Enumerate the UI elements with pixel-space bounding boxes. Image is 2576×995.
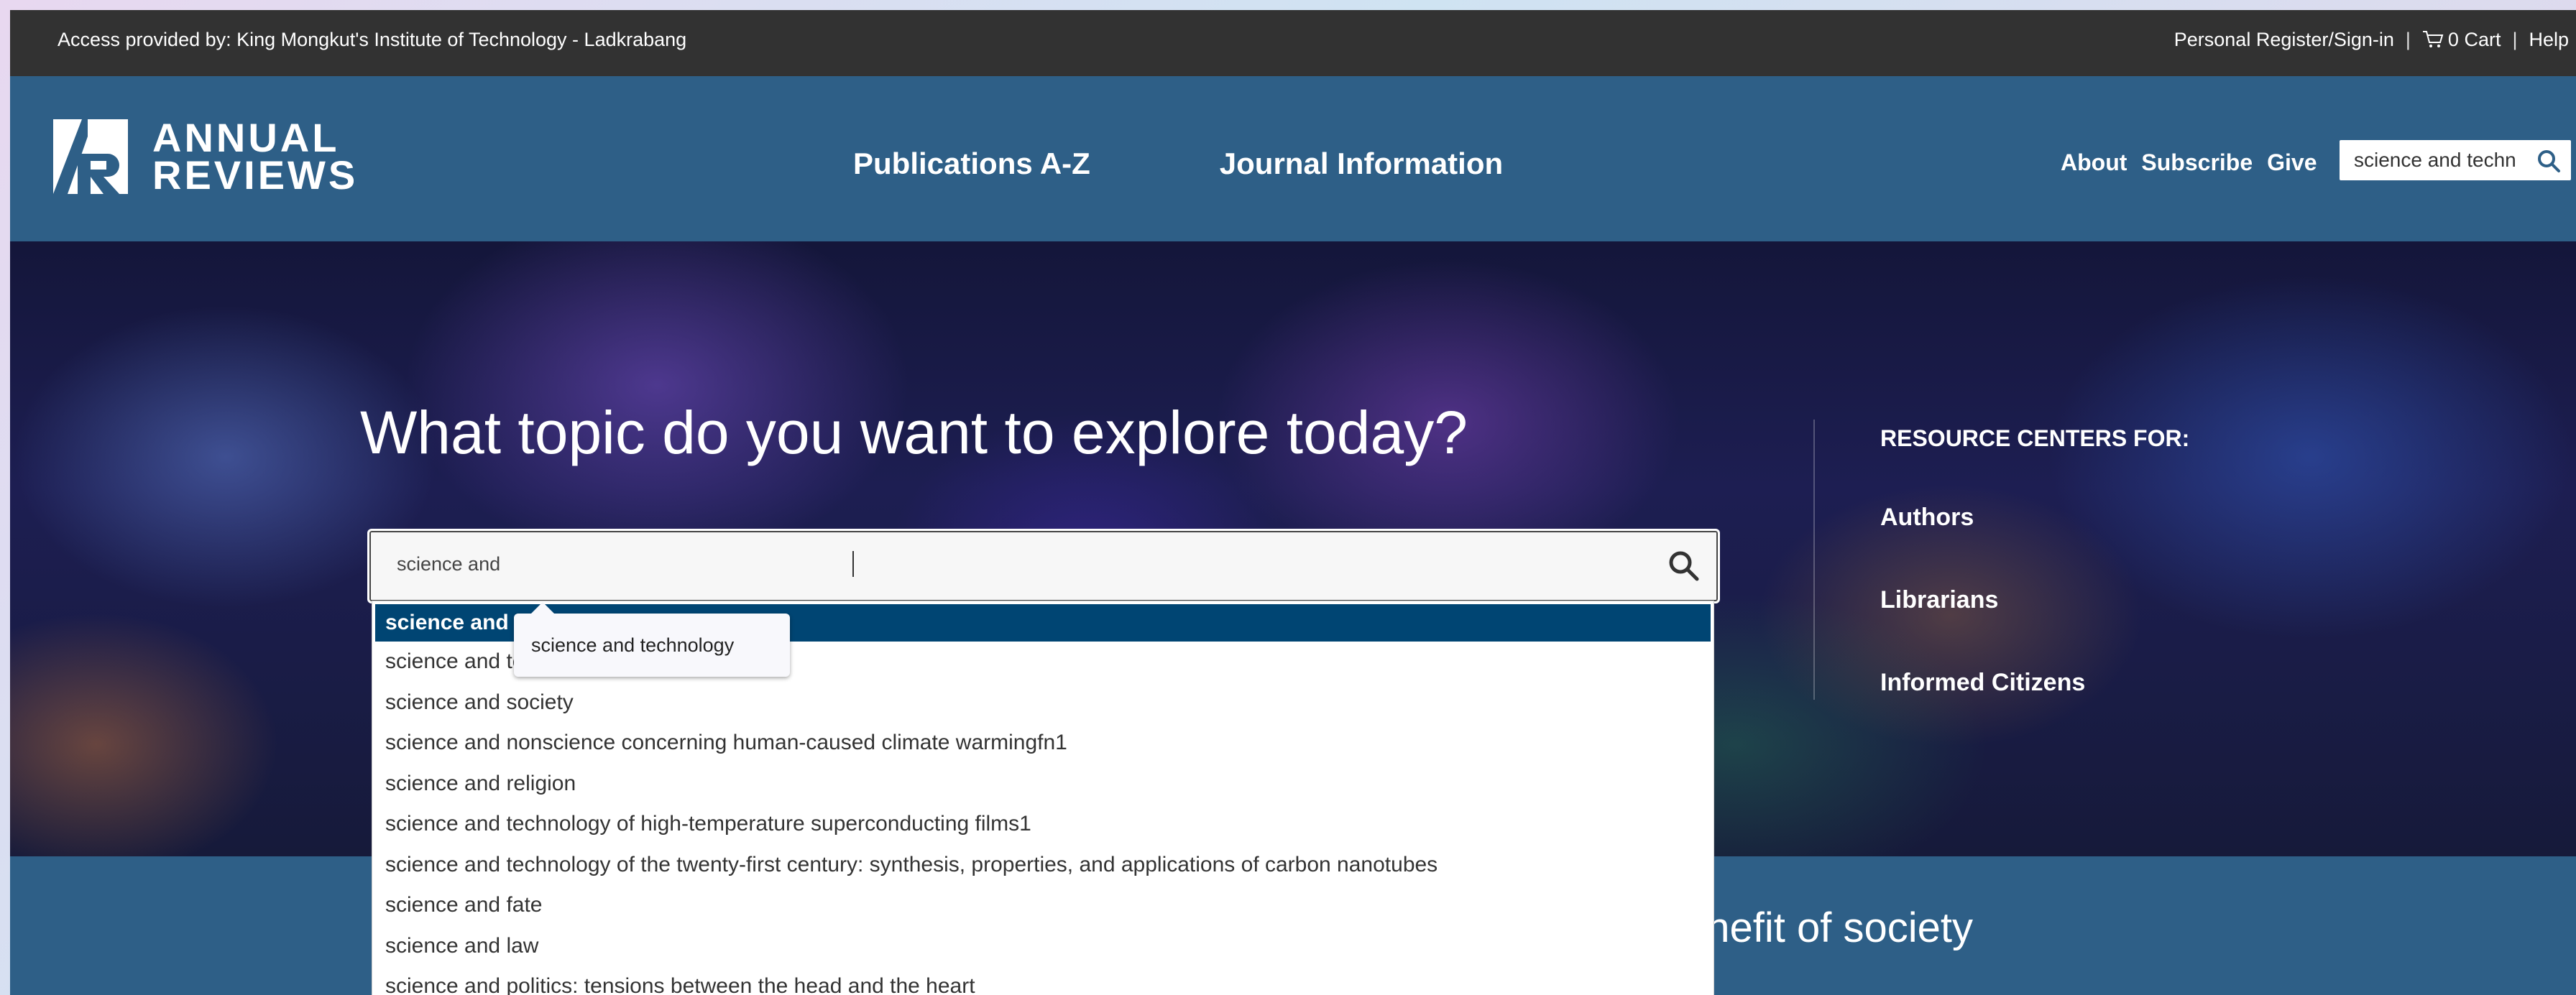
autocomplete-item[interactable]: science and fate — [372, 885, 1714, 926]
logo-text: ANNUAL REVIEWS — [152, 115, 359, 198]
autocomplete-item[interactable]: science and politics: tensions between t… — [372, 966, 1714, 995]
autocomplete-item[interactable]: science and society — [372, 682, 1714, 723]
main-nav: Publications A-Z Journal Information — [853, 147, 1632, 181]
nav-about[interactable]: About — [2061, 149, 2127, 176]
nav-publications[interactable]: Publications A-Z — [853, 147, 1090, 181]
site-header: ANNUAL REVIEWS Publications A-Z Journal … — [10, 76, 2576, 241]
nav-give[interactable]: Give — [2267, 149, 2317, 176]
autocomplete-item[interactable]: science and nonscience concerning human-… — [372, 723, 1714, 764]
divider: | — [2405, 29, 2411, 50]
search-icon[interactable] — [1666, 548, 1701, 583]
cart-icon — [2422, 31, 2444, 47]
help-link[interactable]: Help — [2529, 29, 2569, 51]
access-provider-text: Access provided by: King Mongkut's Insti… — [58, 29, 687, 50]
personal-signin-link[interactable]: Personal Register/Sign-in — [2174, 29, 2394, 51]
tooltip-text: science and technology — [531, 634, 735, 656]
logo-line-1: ANNUAL — [152, 115, 340, 160]
tooltip-arrow — [531, 602, 554, 614]
resource-authors-link[interactable]: Authors — [1880, 504, 2189, 532]
secondary-nav: About Subscribe Give — [2061, 149, 2332, 176]
nav-subscribe[interactable]: Subscribe — [2141, 149, 2253, 176]
suggestion-tooltip: science and technology — [514, 602, 790, 677]
logo-mark-icon — [53, 119, 128, 194]
header-search-input[interactable] — [2352, 148, 2525, 172]
hero-title: What topic do you want to explore today? — [360, 399, 1468, 466]
browser-viewport: Access provided by: King Mongkut's Insti… — [10, 10, 2576, 995]
header-search — [2340, 140, 2571, 180]
autocomplete-item[interactable]: science and religion — [372, 764, 1714, 805]
resource-centers: RESOURCE CENTERS FOR: Authors Librarians… — [1880, 425, 2189, 751]
resource-centers-heading: RESOURCE CENTERS FOR: — [1880, 425, 2190, 451]
autocomplete-item[interactable]: science and technology of high-temperatu… — [372, 804, 1714, 845]
autocomplete-item[interactable]: science and technology of the twenty-fir… — [372, 845, 1714, 886]
autocomplete-item[interactable]: science and law — [372, 926, 1714, 967]
hero-divider — [1813, 420, 1815, 700]
utility-bar: Access provided by: King Mongkut's Insti… — [10, 10, 2576, 76]
annual-reviews-logo[interactable]: ANNUAL REVIEWS — [53, 115, 359, 198]
nav-journal-information[interactable]: Journal Information — [1220, 147, 1503, 181]
resource-informed-citizens-link[interactable]: Informed Citizens — [1880, 669, 2189, 697]
cart-label: 0 Cart — [2447, 29, 2501, 50]
topic-search — [367, 529, 1720, 603]
search-icon[interactable] — [2536, 149, 2561, 173]
topic-search-input[interactable] — [395, 552, 1620, 576]
divider: | — [2512, 29, 2518, 50]
resource-librarians-link[interactable]: Librarians — [1880, 586, 2189, 614]
cart-link[interactable]: 0 Cart — [2422, 29, 2501, 51]
logo-line-2: REVIEWS — [152, 152, 359, 198]
utility-links: Personal Register/Sign-in | 0 Cart | Hel… — [2174, 29, 2569, 51]
text-caret — [852, 551, 854, 577]
mission-tagline: enefit of society — [1683, 904, 1973, 951]
